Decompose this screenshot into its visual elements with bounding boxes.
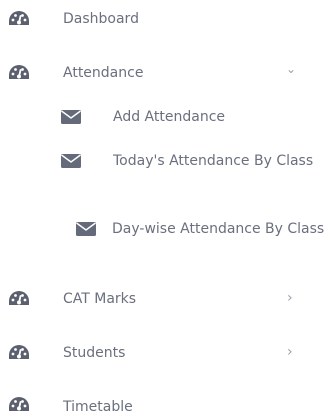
sidebar-subitem-add-attendance[interactable]: Add Attendance xyxy=(0,100,333,136)
sidebar-subitem-label: Today's Attendance By Class xyxy=(113,153,314,169)
sidebar-item-label: Attendance xyxy=(63,65,144,81)
sidebar-subitem-daywise-attendance[interactable]: Day-wise Attendance By Class xyxy=(0,216,333,264)
sidebar-item-label: Dashboard xyxy=(63,11,139,27)
dashboard-gauge-icon xyxy=(9,11,29,25)
sidebar-item-label: CAT Marks xyxy=(63,291,137,307)
sidebar-subitem-todays-attendance[interactable]: Today's Attendance By Class xyxy=(0,148,333,196)
sidebar-item-attendance[interactable]: Attendance ⌄ xyxy=(0,56,333,92)
sidebar-subitem-label: Day-wise Attendance By Class xyxy=(112,221,325,237)
sidebar-item-dashboard[interactable]: Dashboard xyxy=(0,2,333,38)
chevron-right-icon: › xyxy=(287,290,293,306)
dashboard-gauge-icon xyxy=(9,65,29,79)
sidebar-subitem-label: Add Attendance xyxy=(113,109,225,125)
envelope-icon xyxy=(61,110,81,124)
dashboard-gauge-icon xyxy=(9,397,29,411)
sidebar-item-cat-marks[interactable]: CAT Marks › xyxy=(0,282,333,318)
sidebar-item-label: Students xyxy=(63,345,126,361)
dashboard-gauge-icon xyxy=(9,345,29,359)
sidebar-item-timetable[interactable]: Timetable xyxy=(0,390,333,419)
sidebar-item-label: Timetable xyxy=(63,399,133,415)
sidebar-item-students[interactable]: Students › xyxy=(0,336,333,372)
chevron-down-icon: ⌄ xyxy=(286,62,297,76)
chevron-right-icon: › xyxy=(287,344,293,360)
dashboard-gauge-icon xyxy=(9,291,29,305)
